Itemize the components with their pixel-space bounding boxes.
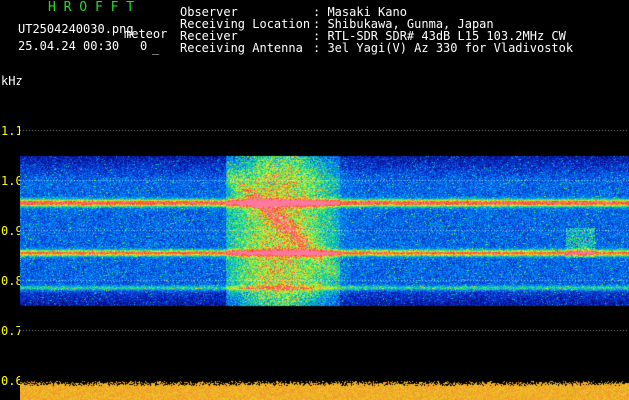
antenna-value: : 3el Yagi(V) Az 330 for Vladivostok [313, 41, 574, 55]
filename-label: UT2504240030.png [18, 22, 134, 36]
spectrogram-canvas [20, 80, 629, 400]
datetime-label: 25.04.24 00:30 [18, 39, 120, 53]
count-suffix: _ [152, 41, 160, 55]
antenna-label: Receiving Antenna [180, 41, 303, 55]
count-value: 0 [140, 39, 148, 53]
program-title: H R O F F T [48, 0, 135, 15]
